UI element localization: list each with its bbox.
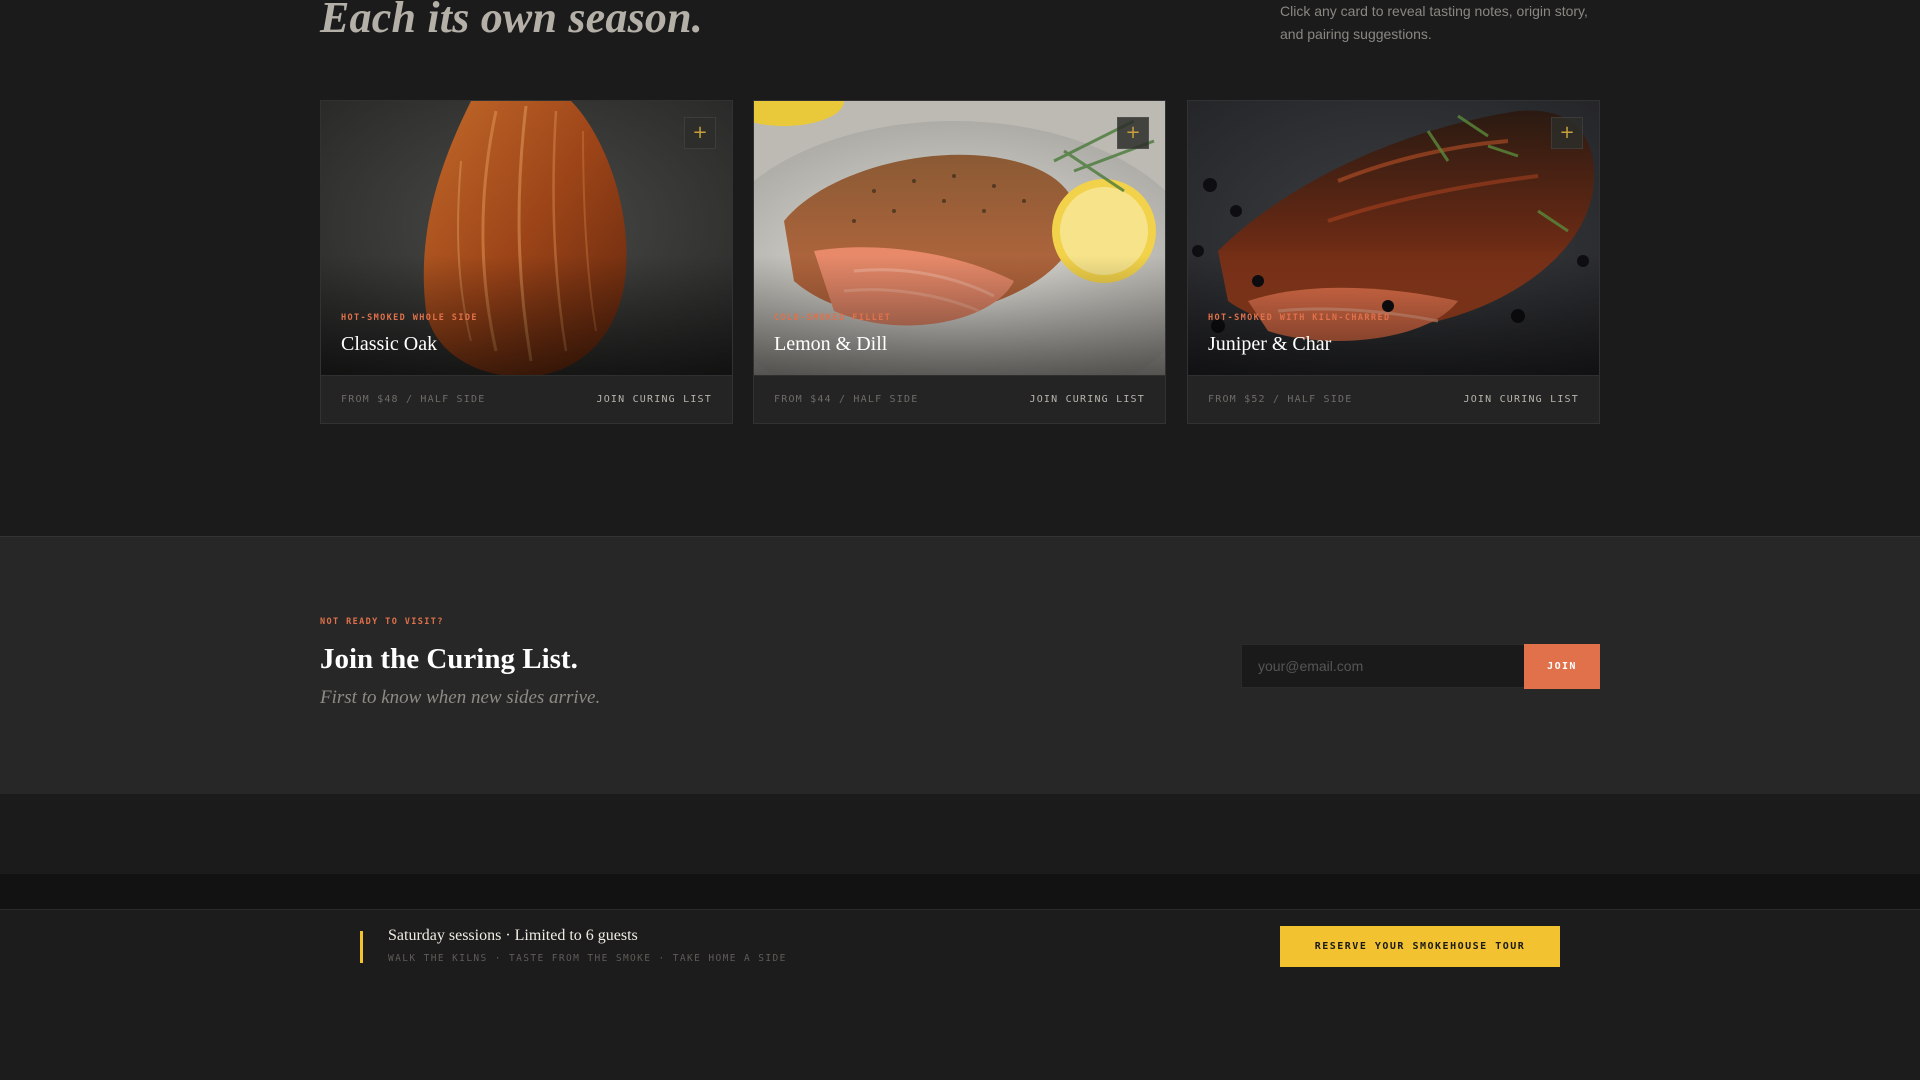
card-price: FROM $48 / HALF SIDE <box>341 394 486 405</box>
footer-strip <box>0 874 1920 910</box>
tour-bar: Saturday sessions · Limited to 6 guests … <box>0 910 1920 1080</box>
plus-icon[interactable]: + <box>684 117 716 149</box>
card-footer: FROM $48 / HALF SIDE JOIN CURING LIST <box>321 375 732 423</box>
tour-subtitle: WALK THE KILNS · TASTE FROM THE SMOKE · … <box>388 953 787 964</box>
card-footer: FROM $44 / HALF SIDE JOIN CURING LIST <box>754 375 1165 423</box>
reserve-tour-button[interactable]: RESERVE YOUR SMOKEHOUSE TOUR <box>1280 926 1560 967</box>
products-section: Each its own season. Click any card to r… <box>0 0 1920 536</box>
accent-bar <box>360 931 363 963</box>
card-eyebrow: HOT-SMOKED WITH KILN-CHARRED <box>1208 313 1391 323</box>
card-eyebrow: HOT-SMOKED WHOLE SIDE <box>341 313 478 323</box>
card-footer: FROM $52 / HALF SIDE JOIN CURING LIST <box>1188 375 1599 423</box>
curing-list-section: NOT READY TO VISIT? Join the Curing List… <box>0 536 1920 794</box>
section-title: Each its own season. <box>320 0 703 42</box>
card-name: Classic Oak <box>341 333 438 355</box>
email-field[interactable] <box>1241 644 1524 688</box>
product-image: + HOT-SMOKED WITH KILN-CHARRED Juniper &… <box>1188 101 1599 375</box>
product-card-juniper-char[interactable]: + HOT-SMOKED WITH KILN-CHARRED Juniper &… <box>1187 100 1600 424</box>
card-price: FROM $52 / HALF SIDE <box>1208 394 1353 405</box>
join-curing-list-link[interactable]: JOIN CURING LIST <box>596 394 712 405</box>
product-card-lemon-dill[interactable]: + COLD-SMOKED FILLET Lemon & Dill FROM $… <box>753 100 1166 424</box>
plus-icon[interactable]: + <box>1551 117 1583 149</box>
join-curing-list-link[interactable]: JOIN CURING LIST <box>1463 394 1579 405</box>
curing-title: Join the Curing List. <box>320 643 578 675</box>
product-image: + COLD-SMOKED FILLET Lemon & Dill <box>754 101 1165 375</box>
product-card-classic-oak[interactable]: + HOT-SMOKED WHOLE SIDE Classic Oak FROM… <box>320 100 733 424</box>
join-curing-list-link[interactable]: JOIN CURING LIST <box>1029 394 1145 405</box>
spacer <box>0 794 1920 874</box>
product-image: + HOT-SMOKED WHOLE SIDE Classic Oak <box>321 101 732 375</box>
curing-eyebrow: NOT READY TO VISIT? <box>320 617 444 627</box>
card-eyebrow: COLD-SMOKED FILLET <box>774 313 892 323</box>
card-name: Juniper & Char <box>1208 333 1332 355</box>
join-button[interactable]: JOIN <box>1524 644 1600 689</box>
tour-title: Saturday sessions · Limited to 6 guests <box>388 927 638 944</box>
plus-icon[interactable]: + <box>1117 117 1149 149</box>
curing-subtitle: First to know when new sides arrive. <box>320 687 601 708</box>
card-name: Lemon & Dill <box>774 333 888 355</box>
section-hint: Click any card to reveal tasting notes, … <box>1280 3 1588 42</box>
card-price: FROM $44 / HALF SIDE <box>774 394 919 405</box>
